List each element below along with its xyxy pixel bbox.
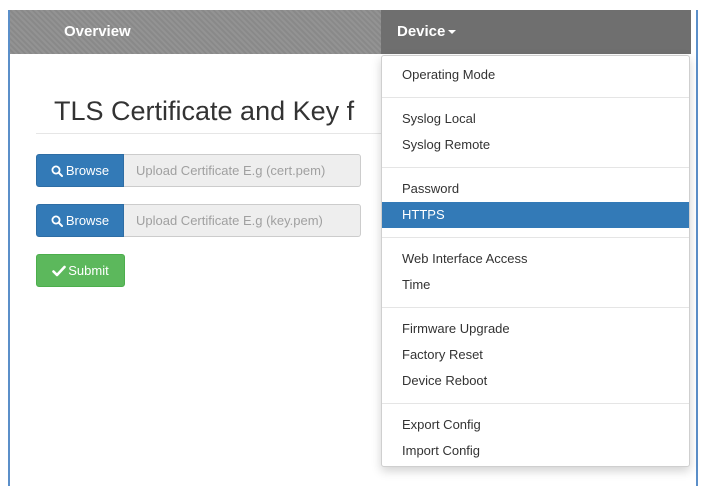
menu-item-password[interactable]: Password	[382, 176, 689, 202]
title-divider	[36, 133, 381, 134]
browse-key-button[interactable]: Browse	[36, 204, 124, 237]
submit-button-label: Submit	[68, 263, 109, 278]
cert-file-input[interactable]	[124, 154, 361, 187]
submit-button[interactable]: Submit	[36, 254, 125, 287]
nav-overview-label: Overview	[64, 23, 131, 40]
cert-upload-group: Browse	[36, 154, 361, 187]
menu-item-syslog-local[interactable]: Syslog Local	[382, 106, 689, 132]
menu-item-import-config[interactable]: Import Config	[382, 438, 689, 464]
menu-divider	[382, 307, 689, 308]
menu-item-factory-reset[interactable]: Factory Reset	[382, 342, 689, 368]
menu-item-operating-mode[interactable]: Operating Mode	[382, 62, 689, 88]
menu-divider	[382, 237, 689, 238]
menu-item-web-interface-access[interactable]: Web Interface Access	[382, 246, 689, 272]
search-icon	[51, 165, 63, 177]
device-dropdown-menu: Operating Mode Syslog Local Syslog Remot…	[381, 55, 690, 467]
top-navbar: Overview Device	[10, 10, 691, 54]
key-upload-group: Browse	[36, 204, 361, 237]
check-icon	[52, 265, 67, 276]
menu-item-firmware-upgrade[interactable]: Firmware Upgrade	[382, 316, 689, 342]
nav-device-label: Device	[397, 23, 446, 40]
caret-down-icon	[448, 30, 457, 35]
key-file-input[interactable]	[124, 204, 361, 237]
menu-divider	[382, 97, 689, 98]
browse-cert-button[interactable]: Browse	[36, 154, 124, 187]
menu-divider	[382, 167, 689, 168]
browse-button-label: Browse	[65, 213, 110, 228]
menu-item-device-reboot[interactable]: Device Reboot	[382, 368, 689, 394]
menu-item-https[interactable]: HTTPS	[382, 202, 689, 228]
nav-device-dropdown-toggle[interactable]: Device	[381, 10, 691, 54]
nav-overview[interactable]: Overview	[64, 10, 131, 54]
page-title: TLS Certificate and Key f	[54, 96, 355, 126]
search-icon	[51, 215, 63, 227]
menu-item-time[interactable]: Time	[382, 272, 689, 298]
menu-item-syslog-remote[interactable]: Syslog Remote	[382, 132, 689, 158]
menu-divider	[382, 403, 689, 404]
menu-item-export-config[interactable]: Export Config	[382, 412, 689, 438]
browse-button-label: Browse	[65, 163, 110, 178]
